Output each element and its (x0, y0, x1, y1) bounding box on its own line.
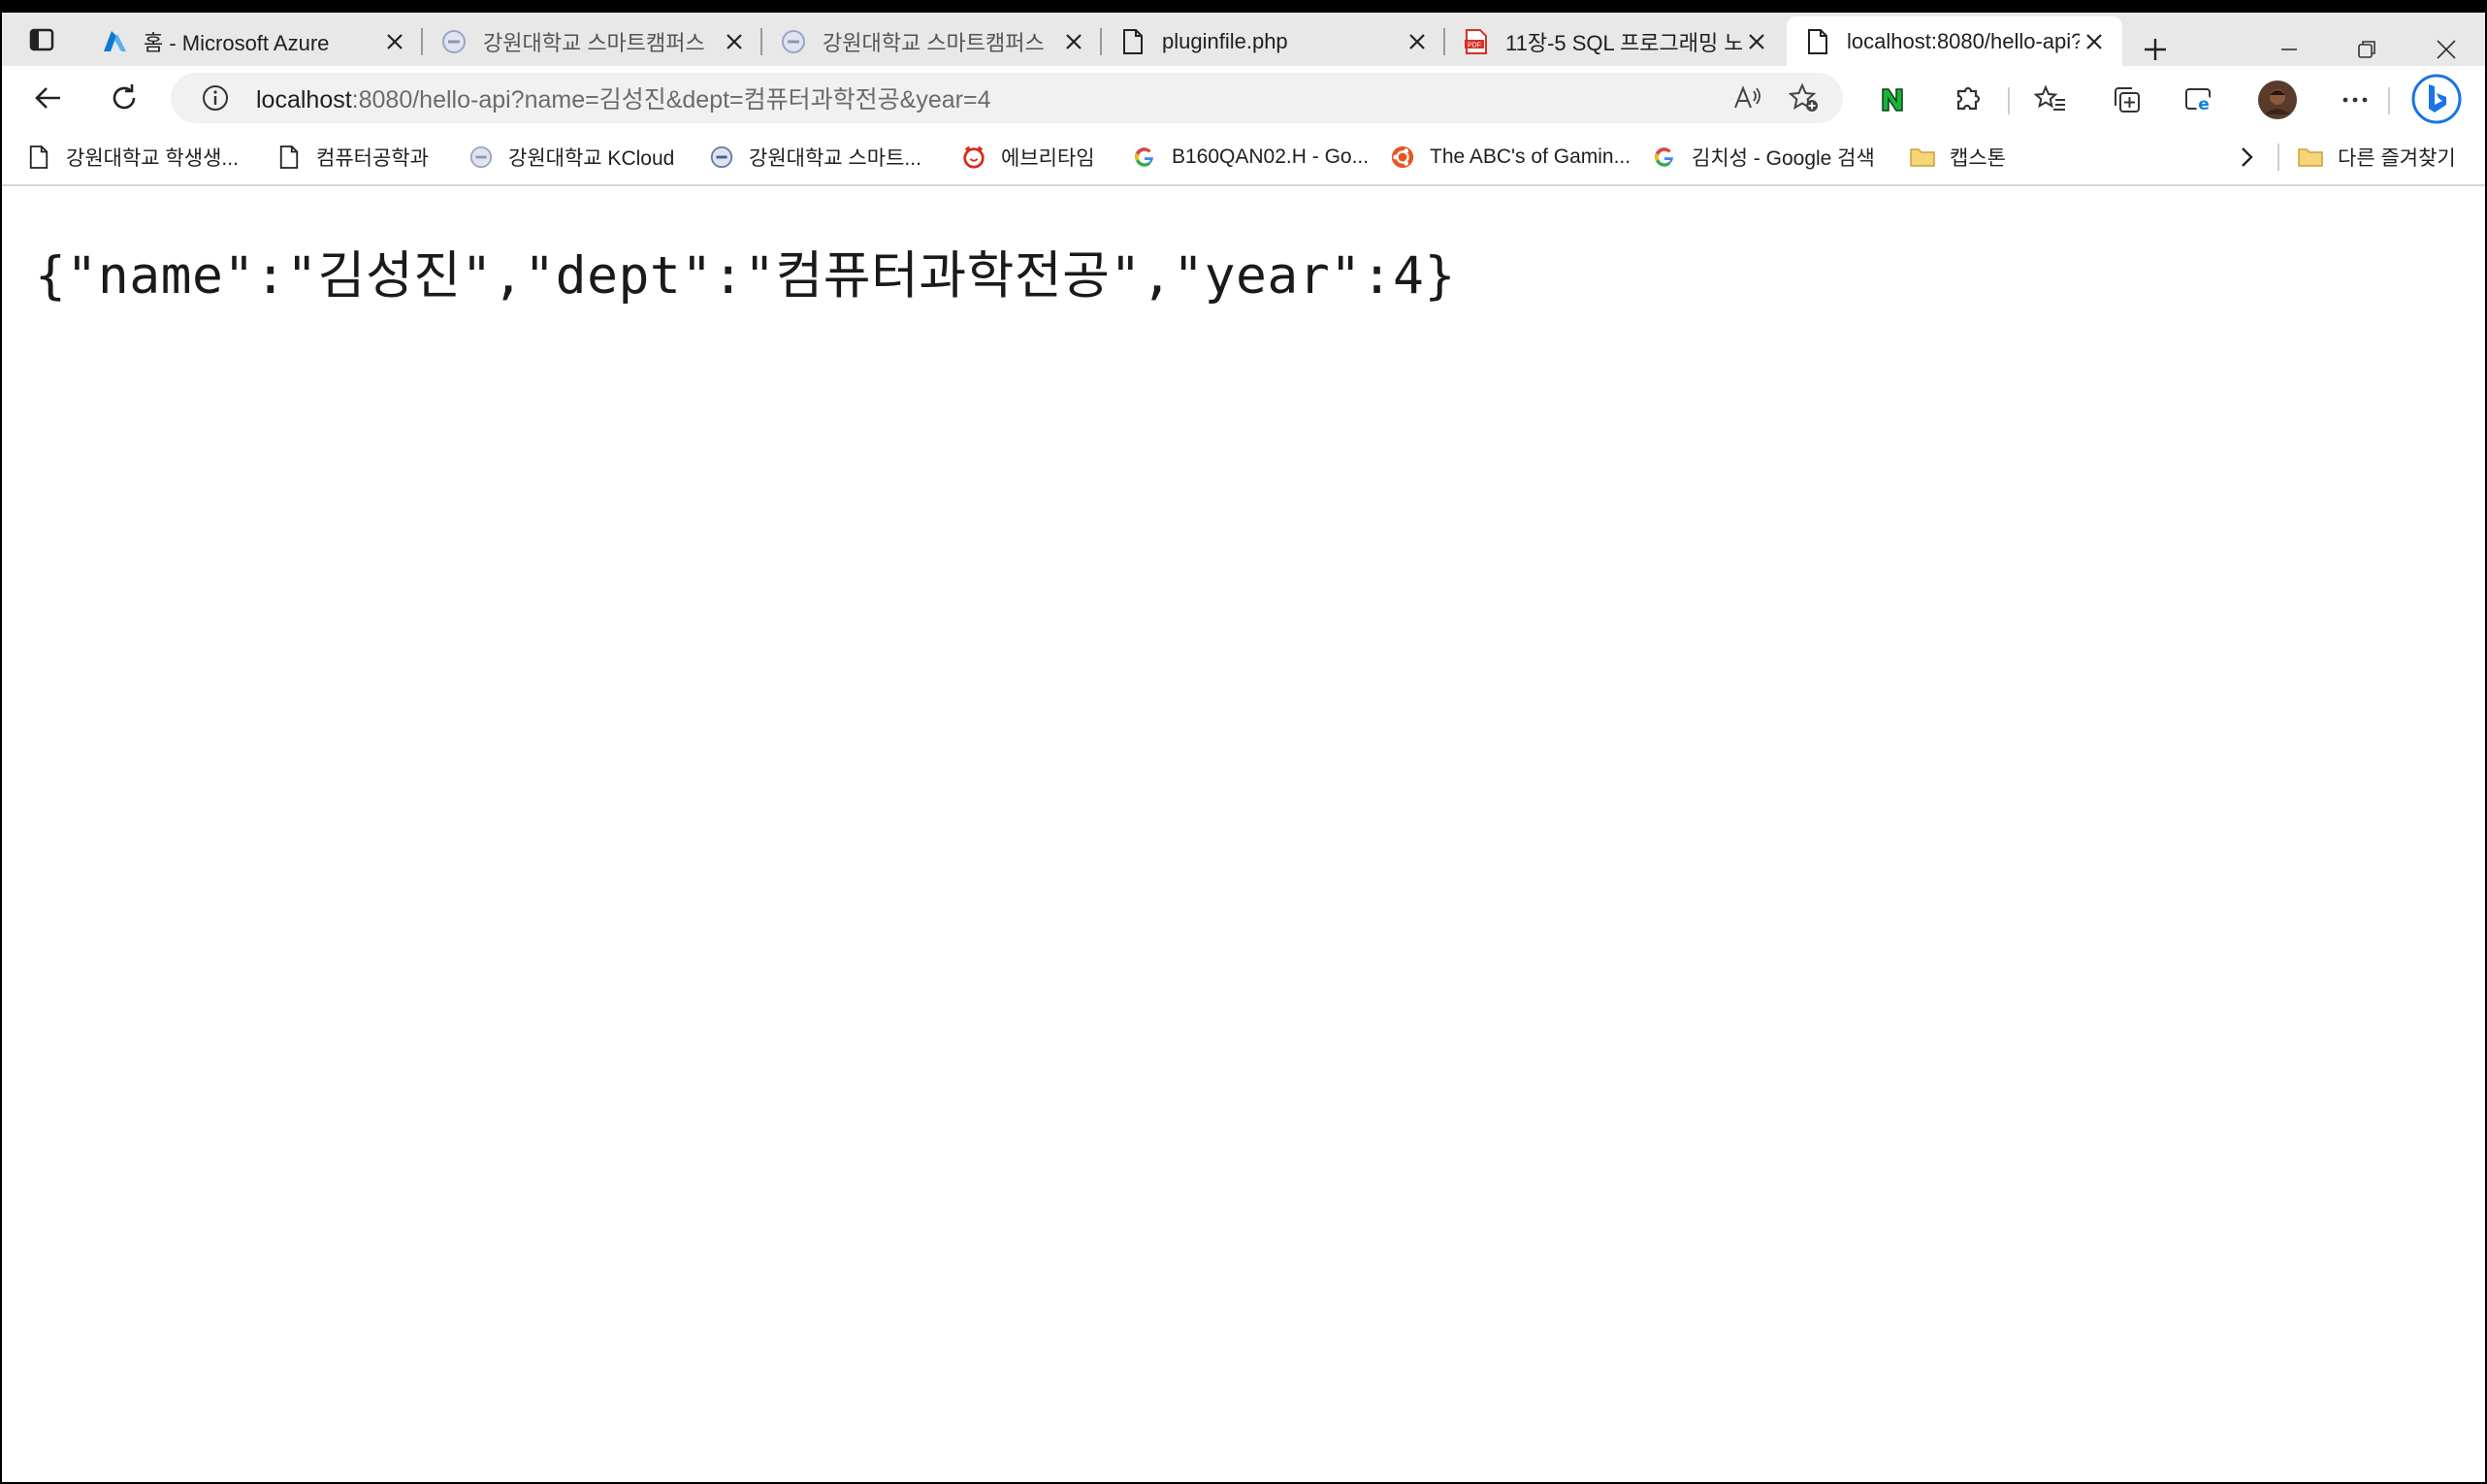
window-frame (0, 0, 2487, 1484)
